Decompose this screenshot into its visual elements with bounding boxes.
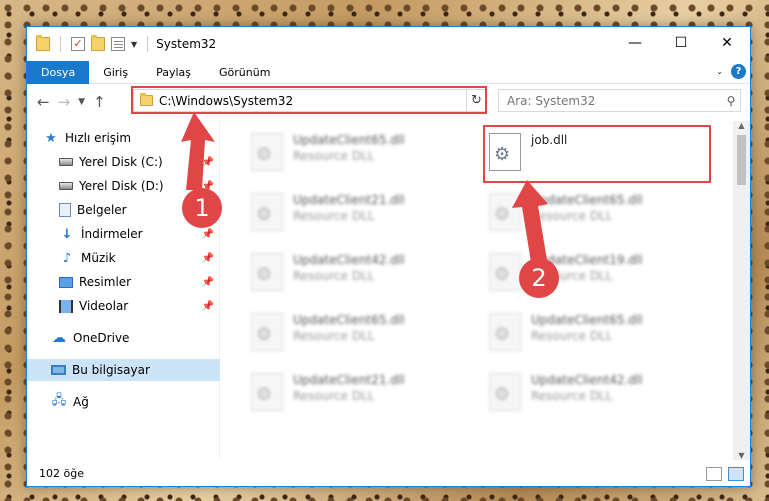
arrow-2-icon (512, 180, 548, 262)
arrow-1-icon (181, 112, 215, 190)
step-marker-2: 2 (519, 258, 559, 298)
step-marker-1: 1 (182, 188, 222, 228)
annotation-arrows (181, 112, 548, 262)
